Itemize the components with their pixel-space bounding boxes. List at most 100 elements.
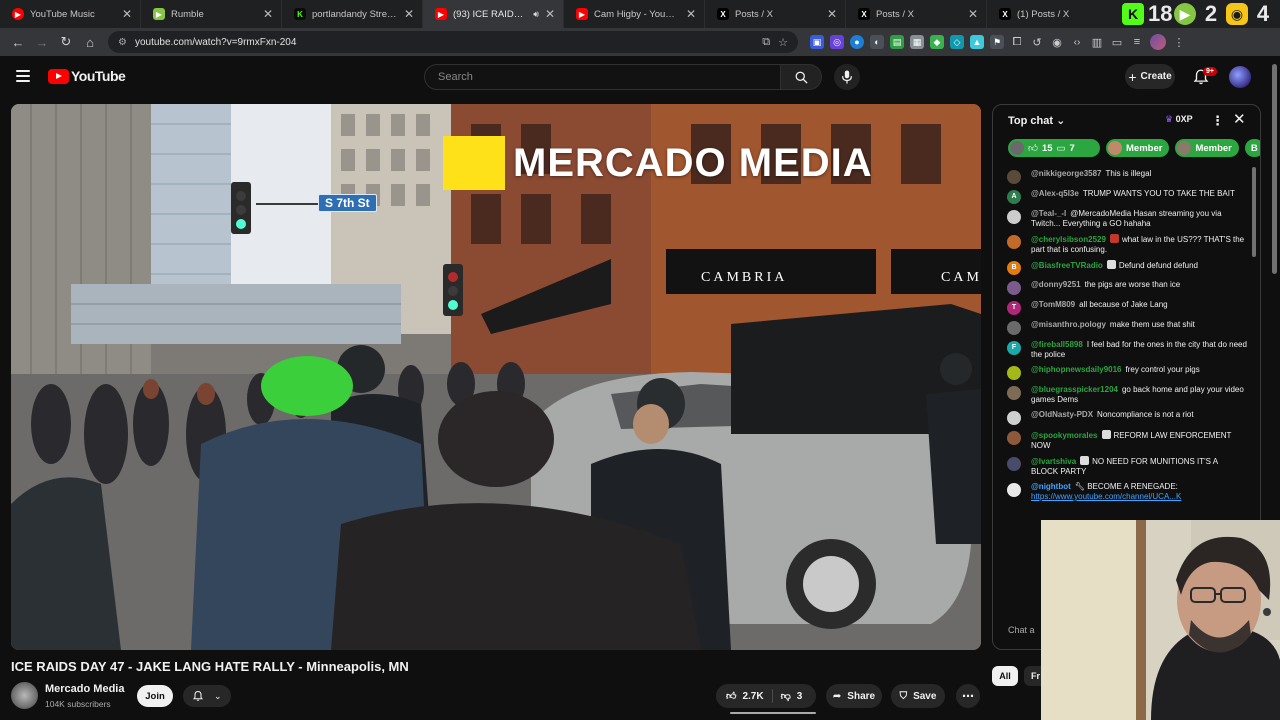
video-player[interactable]: MERCADO MEDIA S 7th St CAMBRIA CAMBRIA: [11, 104, 981, 650]
user-avatar[interactable]: B: [1007, 261, 1021, 275]
extension-icon[interactable]: ▭: [1110, 35, 1124, 49]
username[interactable]: @Alex-q5l3e: [1031, 189, 1079, 198]
url-field[interactable]: ⚙︎ youtube.com/watch?v=9rmxFxn-204 ⧉ ☆: [108, 31, 798, 53]
kebab-menu-icon[interactable]: ⋮: [1172, 35, 1186, 49]
extension-icon[interactable]: ◉: [1050, 35, 1064, 49]
create-button[interactable]: + Create: [1125, 64, 1175, 89]
close-tab-icon[interactable]: ✕: [827, 7, 837, 21]
more-actions-button[interactable]: ⋯: [956, 684, 980, 708]
bookmark-star-icon[interactable]: ☆: [778, 36, 788, 49]
extension-icon[interactable]: ◎: [830, 35, 844, 49]
tab-rumble[interactable]: ▶ Rumble ✕: [141, 0, 282, 28]
username[interactable]: @nightbot: [1031, 482, 1071, 491]
username[interactable]: @BiasfreeTVRadio: [1031, 261, 1103, 270]
channel-name[interactable]: Mercado Media: [45, 683, 124, 695]
username[interactable]: @spookymorales: [1031, 431, 1098, 440]
dislike-button[interactable]: 👎︎ 3: [773, 690, 811, 703]
search-button[interactable]: [781, 64, 822, 90]
top-supporter-pill[interactable]: 👍︎ 15 ▭ 7: [1008, 139, 1100, 157]
username[interactable]: @OldNasty-PDX: [1031, 410, 1093, 419]
close-tab-icon[interactable]: ✕: [968, 7, 978, 21]
profile-avatar[interactable]: [1150, 34, 1166, 50]
save-button[interactable]: ⛉ Save: [891, 684, 945, 708]
user-avatar[interactable]: [1007, 366, 1021, 380]
user-avatar[interactable]: [1007, 210, 1021, 224]
username[interactable]: @cherylsibson2529: [1031, 235, 1106, 244]
extension-icon[interactable]: ▤: [890, 35, 904, 49]
member-pill-3[interactable]: B: [1244, 139, 1260, 157]
devtools-icon[interactable]: ‹›: [1070, 35, 1084, 49]
user-avatar[interactable]: [1007, 431, 1021, 445]
speaker-icon[interactable]: 🔊︎: [533, 9, 539, 20]
username[interactable]: @lvartshiva: [1031, 457, 1076, 466]
user-avatar[interactable]: [1007, 321, 1021, 335]
chat-mode-selector[interactable]: Top chat ⌄: [1008, 114, 1065, 127]
sidebar-icon[interactable]: ▥: [1090, 35, 1104, 49]
close-tab-icon[interactable]: ✕: [404, 7, 414, 21]
back-icon[interactable]: ←: [6, 30, 30, 54]
message-link[interactable]: https://www.youtube.com/channel/UCA...K: [1031, 492, 1181, 501]
user-avatar[interactable]: [1007, 386, 1021, 400]
hamburger-menu-icon[interactable]: [16, 70, 30, 82]
tab-active-youtube[interactable]: ▶ (93) ICE RAIDS DAY 47 🔊︎ ✕: [423, 0, 564, 28]
menu-lines-icon[interactable]: ≡: [1130, 35, 1144, 49]
tab-x-posts-3[interactable]: X (1) Posts / X: [987, 0, 1128, 28]
account-avatar[interactable]: [1229, 66, 1251, 88]
close-tab-icon[interactable]: ✕: [686, 7, 696, 21]
tab-x-posts[interactable]: X Posts / X ✕: [705, 0, 846, 28]
voice-search-button[interactable]: [834, 64, 860, 90]
close-tab-icon[interactable]: ✕: [122, 7, 132, 21]
username[interactable]: @Teal-_-l: [1031, 209, 1066, 218]
extension-icon[interactable]: ◇: [950, 35, 964, 49]
cast-icon[interactable]: ⧉: [762, 36, 770, 49]
chat-scrollbar[interactable]: [1252, 167, 1256, 257]
tab-youtube-music[interactable]: ▶ YouTube Music ✕: [0, 0, 141, 28]
channel-avatar[interactable]: [11, 682, 38, 709]
tab-cam-higby[interactable]: ▶ Cam Higby - YouTube ✕: [564, 0, 705, 28]
close-tab-icon[interactable]: ✕: [263, 7, 273, 21]
home-icon[interactable]: ⌂: [78, 30, 102, 54]
tab-x-posts-2[interactable]: X Posts / X ✕: [846, 0, 987, 28]
user-avatar[interactable]: [1007, 235, 1021, 249]
user-avatar[interactable]: [1007, 483, 1021, 497]
filter-chip-all[interactable]: All: [992, 666, 1018, 686]
user-avatar[interactable]: F: [1007, 341, 1021, 355]
user-avatar[interactable]: [1007, 457, 1021, 471]
site-info-icon[interactable]: ⚙︎: [118, 37, 127, 48]
user-avatar[interactable]: T: [1007, 301, 1021, 315]
extension-icon[interactable]: ◐: [870, 35, 884, 49]
forward-icon[interactable]: →: [30, 30, 54, 54]
member-pill[interactable]: Member: [1106, 139, 1170, 157]
join-button[interactable]: Join: [137, 685, 173, 707]
user-avatar[interactable]: A: [1007, 190, 1021, 204]
chat-input[interactable]: Chat a: [1008, 625, 1035, 635]
user-avatar[interactable]: [1007, 411, 1021, 425]
history-icon[interactable]: ↺: [1030, 35, 1044, 49]
extension-icon[interactable]: ▣: [810, 35, 824, 49]
extension-icon[interactable]: ▦: [910, 35, 924, 49]
search-input[interactable]: Search: [424, 64, 781, 90]
extension-icon[interactable]: ⚑: [990, 35, 1004, 49]
extension-icon[interactable]: ▲: [970, 35, 984, 49]
share-button[interactable]: ➦ Share: [826, 684, 882, 708]
username[interactable]: @bluegrasspicker1204: [1031, 385, 1118, 394]
user-avatar[interactable]: [1007, 170, 1021, 184]
username[interactable]: @TomM809: [1031, 300, 1075, 309]
reload-icon[interactable]: ↻: [54, 30, 78, 54]
page-scrollbar[interactable]: [1272, 64, 1277, 274]
youtube-logo[interactable]: YouTube: [48, 68, 126, 84]
extension-icon[interactable]: ●: [850, 35, 864, 49]
username[interactable]: @nikkigeorge3587: [1031, 169, 1102, 178]
puzzle-icon[interactable]: ⧠: [1010, 35, 1024, 49]
notification-settings-button[interactable]: ⌄: [183, 685, 231, 707]
member-pill-2[interactable]: Member: [1175, 139, 1239, 157]
like-button[interactable]: 👍︎ 2.7K: [716, 689, 773, 703]
tab-kick[interactable]: K portlandandy Stream - Wa ✕: [282, 0, 423, 28]
username[interactable]: @fireball5898: [1031, 340, 1083, 349]
chat-close-icon[interactable]: ✕: [1233, 110, 1246, 128]
username[interactable]: @hiphopnewsdaily9016: [1031, 365, 1122, 374]
close-tab-icon[interactable]: ✕: [545, 7, 555, 21]
extension-icon[interactable]: ◆: [930, 35, 944, 49]
username[interactable]: @misanthro.pology: [1031, 320, 1106, 329]
username[interactable]: @donny9251: [1031, 280, 1081, 289]
